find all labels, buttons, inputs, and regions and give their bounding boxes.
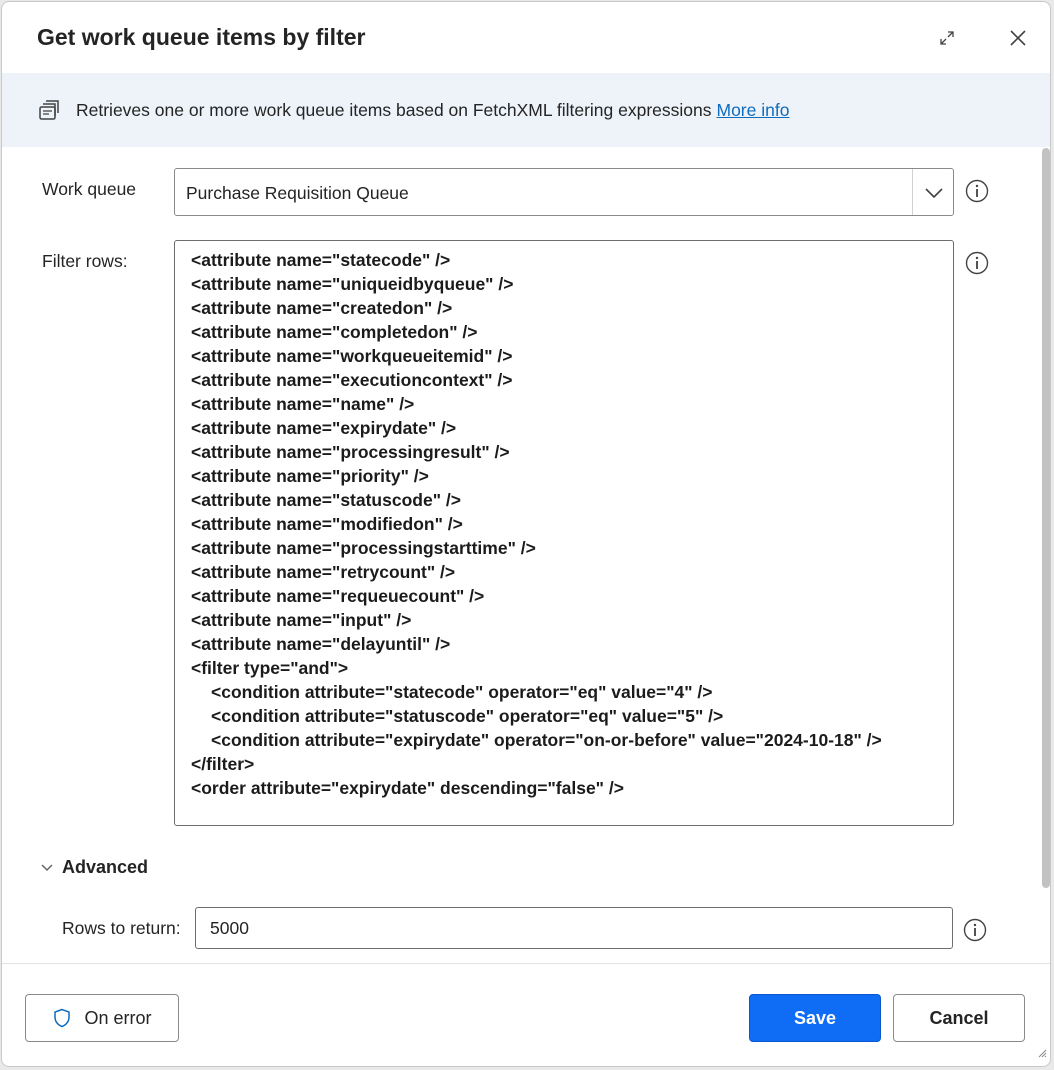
- filter-code-line: <attribute name="statuscode" />: [191, 490, 461, 510]
- filter-code-line: <condition attribute="expirydate" operat…: [211, 730, 882, 750]
- chevron-down-icon: [41, 864, 53, 871]
- filter-code-line: <attribute name="executioncontext" />: [191, 370, 513, 390]
- cancel-button[interactable]: Cancel: [893, 994, 1025, 1042]
- filter-code-line: <attribute name="requeuecount" />: [191, 586, 485, 606]
- save-button[interactable]: Save: [749, 994, 881, 1042]
- filter-code-line: <order attribute="expirydate" descending…: [191, 778, 624, 798]
- filter-rows-label: Filter rows:: [42, 251, 128, 271]
- filter-code-line: <attribute name="expirydate" />: [191, 418, 457, 438]
- shield-icon: [54, 1008, 71, 1028]
- dialog-title: Get work queue items by filter: [37, 24, 366, 50]
- info-banner: Retrieves one or more work queue items b…: [2, 73, 1050, 147]
- resize-grip-icon[interactable]: [1037, 1045, 1047, 1063]
- advanced-toggle[interactable]: Advanced: [40, 857, 148, 878]
- banner-description: Retrieves one or more work queue items b…: [76, 100, 712, 120]
- filter-code-line: <attribute name="processingresult" />: [191, 442, 510, 462]
- filter-rows-code: <attribute name="statecode" /> <attribute…: [191, 248, 882, 800]
- filter-code-line: <attribute name="uniqueidbyqueue" />: [191, 274, 514, 294]
- filter-code-line: <condition attribute="statecode" operato…: [211, 682, 713, 702]
- select-separator: [912, 169, 913, 215]
- work-queue-icon: [38, 100, 60, 127]
- filter-rows-textarea[interactable]: <attribute name="statecode" /> <attribute…: [174, 240, 954, 826]
- dialog: Get work queue items by filter Retrieves…: [1, 1, 1051, 1067]
- filter-code-line: <attribute name="retrycount" />: [191, 562, 456, 582]
- scrollbar[interactable]: [1042, 148, 1050, 888]
- filter-code-line: <attribute name="createdon" />: [191, 298, 453, 318]
- filter-code-line: <attribute name="priority" />: [191, 466, 429, 486]
- filter-code-line: </filter>: [191, 754, 255, 774]
- work-queue-info-icon[interactable]: [965, 179, 989, 203]
- filter-rows-info-icon[interactable]: [965, 251, 989, 275]
- rows-to-return-info-icon[interactable]: [963, 918, 987, 942]
- close-icon: [1010, 30, 1026, 46]
- filter-code-line: <attribute name="statecode" />: [191, 250, 451, 270]
- rows-to-return-input[interactable]: 5000: [195, 907, 953, 949]
- work-queue-select[interactable]: Purchase Requisition Queue: [174, 168, 954, 216]
- advanced-label: Advanced: [62, 857, 149, 877]
- filter-code-line: <attribute name="delayuntil" />: [191, 634, 451, 654]
- on-error-label: On error: [84, 1007, 152, 1028]
- close-button[interactable]: [1002, 22, 1034, 54]
- filter-code-line: <filter type="and">: [191, 658, 349, 678]
- filter-code-line: <condition attribute="statuscode" operat…: [211, 706, 724, 726]
- rows-to-return-value: 5000: [210, 917, 249, 938]
- chevron-down-icon: [924, 183, 944, 208]
- expand-icon: [940, 31, 954, 45]
- filter-code-line: <attribute name="name" />: [191, 394, 415, 414]
- more-info-link[interactable]: More info: [717, 100, 790, 120]
- filter-code-line: <attribute name="completedon" />: [191, 322, 478, 342]
- rows-to-return-label: Rows to return:: [62, 918, 181, 938]
- on-error-button[interactable]: On error: [25, 994, 179, 1042]
- expand-button[interactable]: [931, 22, 963, 54]
- filter-code-line: <attribute name="modifiedon" />: [191, 514, 463, 534]
- work-queue-label: Work queue: [42, 179, 137, 199]
- filter-code-line: <attribute name="workqueueitemid" />: [191, 346, 513, 366]
- filter-code-line: <attribute name="processingstarttime" />: [191, 538, 536, 558]
- filter-code-line: <attribute name="input" />: [191, 610, 412, 630]
- work-queue-value: Purchase Requisition Queue: [186, 183, 409, 203]
- banner-text: Retrieves one or more work queue items b…: [76, 100, 789, 121]
- footer-divider: [2, 963, 1050, 964]
